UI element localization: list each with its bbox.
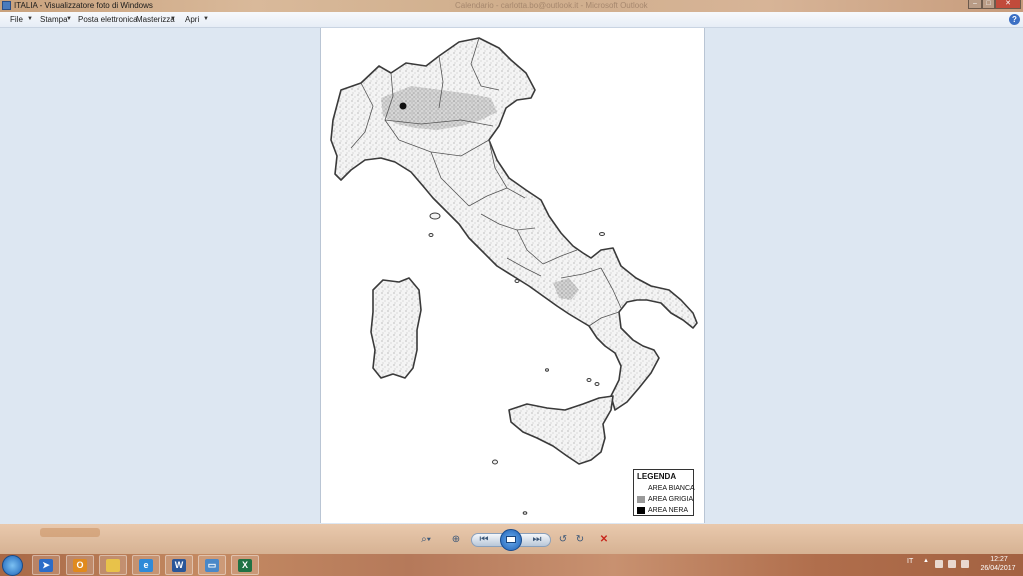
photo-viewer-icon [2, 1, 11, 10]
legend-label: AREA NERA [648, 507, 689, 514]
delete-icon[interactable]: ✕ [597, 533, 611, 547]
rotate-cw-icon[interactable]: ↻ [573, 533, 587, 547]
browser-icon: ➤ [39, 559, 53, 572]
action-center-icon[interactable] [948, 560, 956, 568]
maximize-button[interactable]: □ [982, 0, 995, 9]
show-hidden-icons-icon[interactable]: ▲ [923, 558, 929, 564]
menu-file[interactable]: File [10, 12, 23, 27]
taskbar-app-explorer[interactable] [99, 555, 127, 575]
background-window-title: Calendario - carlotta.bo@outlook.it - Mi… [455, 1, 648, 10]
clock-date[interactable]: 26/04/2017 [976, 565, 1020, 572]
menu-masterizza[interactable]: Masterizza [136, 12, 175, 27]
italy-map [330, 37, 698, 515]
rotate-ccw-icon[interactable]: ↺ [556, 533, 570, 547]
taskbar-app-browser[interactable]: ➤ [32, 555, 60, 575]
menu-posta-elettronica[interactable]: Posta elettronica [78, 12, 138, 27]
taskbar-app-word[interactable]: W [165, 555, 193, 575]
outlook-icon: O [73, 559, 87, 572]
sardinia-shape [370, 277, 422, 379]
viewer-controls-bar: ⌕▾ ⊕ ⏮ ⏭ ↺ ↻ ✕ [0, 524, 1023, 554]
milan-black-area [399, 102, 407, 110]
next-icon[interactable]: ⏭ [530, 533, 544, 547]
chevron-down-icon[interactable]: ▼ [27, 12, 33, 27]
legend-swatch [637, 496, 645, 503]
slideshow-icon[interactable] [500, 529, 522, 551]
clock-time[interactable]: 12:27 [986, 556, 1012, 563]
internet-explorer-icon: e [139, 559, 153, 572]
chevron-down-icon[interactable]: ▼ [203, 12, 209, 27]
start-orb-icon[interactable] [2, 555, 23, 576]
menu-apri[interactable]: Apri [185, 12, 199, 27]
legend-swatch [637, 507, 645, 514]
legend-label: AREA BIANCA [648, 485, 695, 492]
taskbar-app-photo-viewer[interactable]: ▭ [198, 555, 226, 575]
taskbar-app-internet-explorer[interactable]: e [132, 555, 160, 575]
image-viewer-area: LEGENDA AREA BIANCA AREA GRIGIA AREA NER… [0, 28, 1023, 524]
taskbar-app-excel[interactable]: X [231, 555, 259, 575]
previous-icon[interactable]: ⏮ [477, 533, 491, 547]
magnifier-icon[interactable]: ⌕▾ [417, 533, 435, 547]
network-icon[interactable] [935, 560, 943, 568]
title-bar: ITALIA - Visualizzatore foto di Windows … [0, 0, 1023, 12]
window-title: ITALIA - Visualizzatore foto di Windows [14, 1, 153, 10]
photo-canvas: LEGENDA AREA BIANCA AREA GRIGIA AREA NER… [320, 28, 705, 523]
background-window-blur [40, 528, 100, 537]
legend-title: LEGENDA [637, 472, 677, 481]
folder-icon [106, 559, 120, 572]
language-indicator[interactable]: IT [907, 558, 913, 565]
minimize-button[interactable]: – [968, 0, 982, 9]
taskbar-app-outlook[interactable]: O [66, 555, 94, 575]
chevron-down-icon[interactable]: ▼ [66, 12, 72, 27]
legend-swatch [637, 485, 645, 492]
excel-icon: X [238, 559, 252, 572]
photo-viewer-icon: ▭ [205, 559, 219, 572]
map-legend: LEGENDA AREA BIANCA AREA GRIGIA AREA NER… [633, 469, 695, 516]
close-button[interactable]: ✕ [995, 0, 1021, 9]
chevron-down-icon[interactable]: ▼ [170, 12, 176, 27]
windows-taskbar: ➤ O e W ▭ X IT ▲ 12:27 26/04/2017 [0, 554, 1023, 576]
word-icon: W [172, 559, 186, 572]
actual-size-icon[interactable]: ⊕ [449, 533, 463, 547]
menu-stampa[interactable]: Stampa [40, 12, 68, 27]
help-icon[interactable]: ? [1009, 14, 1020, 25]
volume-icon[interactable] [961, 560, 969, 568]
menu-bar: File ▼ Stampa ▼ Posta elettronica Master… [0, 12, 1023, 28]
sicily-shape [508, 395, 614, 465]
legend-label: AREA GRIGIA [648, 496, 694, 503]
